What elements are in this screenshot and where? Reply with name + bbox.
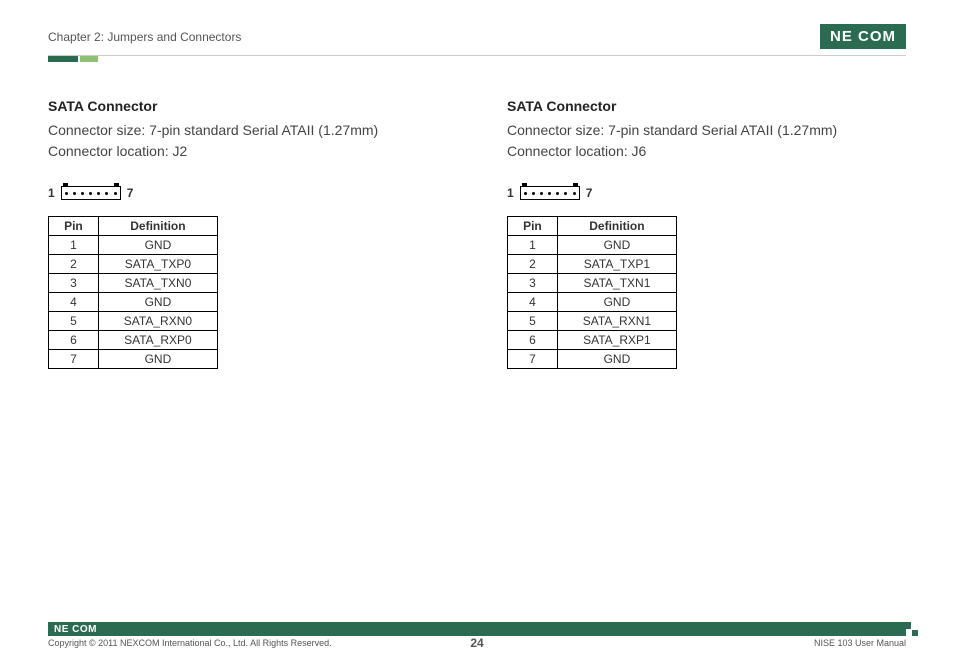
connector-size: Connector size: 7-pin standard Serial AT… (48, 120, 447, 141)
table-row: 7GND (508, 350, 677, 369)
table-row: 4GND (508, 293, 677, 312)
pin-table: PinDefinition1GND2SATA_TXP13SATA_TXN14GN… (507, 216, 677, 369)
table-row: 2SATA_TXP0 (49, 255, 218, 274)
table-cell: 4 (49, 293, 99, 312)
section-heading: SATA Connector (48, 98, 447, 114)
table-row: 6SATA_RXP0 (49, 331, 218, 350)
table-cell: GND (557, 350, 676, 369)
accent-bar (48, 56, 906, 62)
connector-icon (61, 186, 121, 200)
table-cell: SATA_RXN1 (557, 312, 676, 331)
table-cell: GND (557, 293, 676, 312)
table-cell: 6 (49, 331, 99, 350)
table-cell: 4 (508, 293, 558, 312)
table-row: 5SATA_RXN0 (49, 312, 218, 331)
table-row: 5SATA_RXN1 (508, 312, 677, 331)
table-cell: 1 (49, 236, 99, 255)
connector-section: SATA Connector Connector size: 7-pin stan… (507, 98, 906, 369)
table-row: 2SATA_TXP1 (508, 255, 677, 274)
pin-label-left: 1 (507, 186, 514, 200)
connector-location: Connector location: J2 (48, 141, 447, 162)
table-cell: SATA_TXN1 (557, 274, 676, 293)
table-cell: GND (98, 350, 217, 369)
table-row: 3SATA_TXN1 (508, 274, 677, 293)
pin-label-left: 1 (48, 186, 55, 200)
table-cell: GND (98, 236, 217, 255)
connector-location: Connector location: J6 (507, 141, 906, 162)
pin-label-right: 7 (127, 186, 134, 200)
table-cell: 3 (49, 274, 99, 293)
page-footer: NE COM Copyright © 2011 NEXCOM Internati… (48, 622, 906, 648)
section-heading: SATA Connector (507, 98, 906, 114)
table-cell: 1 (508, 236, 558, 255)
table-cell: SATA_TXP0 (98, 255, 217, 274)
chapter-title: Chapter 2: Jumpers and Connectors (48, 30, 241, 44)
table-cell: GND (557, 236, 676, 255)
pin-label-right: 7 (586, 186, 593, 200)
connector-icon (520, 186, 580, 200)
table-cell: 5 (49, 312, 99, 331)
pin-table: PinDefinition1GND2SATA_TXP03SATA_TXN04GN… (48, 216, 218, 369)
content-area: SATA Connector Connector size: 7-pin stan… (48, 98, 906, 369)
brand-logo: NE COM (820, 24, 906, 49)
table-header: Pin (49, 217, 99, 236)
table-header: Pin (508, 217, 558, 236)
table-cell: 5 (508, 312, 558, 331)
table-cell: 7 (508, 350, 558, 369)
table-cell: 2 (508, 255, 558, 274)
connector-diagram: 17 (507, 186, 906, 200)
table-row: 3SATA_TXN0 (49, 274, 218, 293)
connector-diagram: 17 (48, 186, 447, 200)
table-cell: SATA_RXN0 (98, 312, 217, 331)
table-header: Definition (557, 217, 676, 236)
table-header: Definition (98, 217, 217, 236)
table-row: 6SATA_RXP1 (508, 331, 677, 350)
manual-name: NISE 103 User Manual (814, 638, 906, 648)
connector-section: SATA Connector Connector size: 7-pin stan… (48, 98, 447, 369)
table-cell: 2 (49, 255, 99, 274)
table-cell: SATA_TXN0 (98, 274, 217, 293)
table-cell: 6 (508, 331, 558, 350)
page-number: 24 (470, 636, 483, 650)
copyright-text: Copyright © 2011 NEXCOM International Co… (48, 638, 332, 648)
table-cell: SATA_TXP1 (557, 255, 676, 274)
connector-size: Connector size: 7-pin standard Serial AT… (507, 120, 906, 141)
table-row: 1GND (508, 236, 677, 255)
table-row: 7GND (49, 350, 218, 369)
footer-logo: NE COM (54, 624, 97, 635)
table-row: 1GND (49, 236, 218, 255)
table-cell: 7 (49, 350, 99, 369)
table-cell: 3 (508, 274, 558, 293)
table-row: 4GND (49, 293, 218, 312)
table-cell: SATA_RXP1 (557, 331, 676, 350)
table-cell: SATA_RXP0 (98, 331, 217, 350)
table-cell: GND (98, 293, 217, 312)
